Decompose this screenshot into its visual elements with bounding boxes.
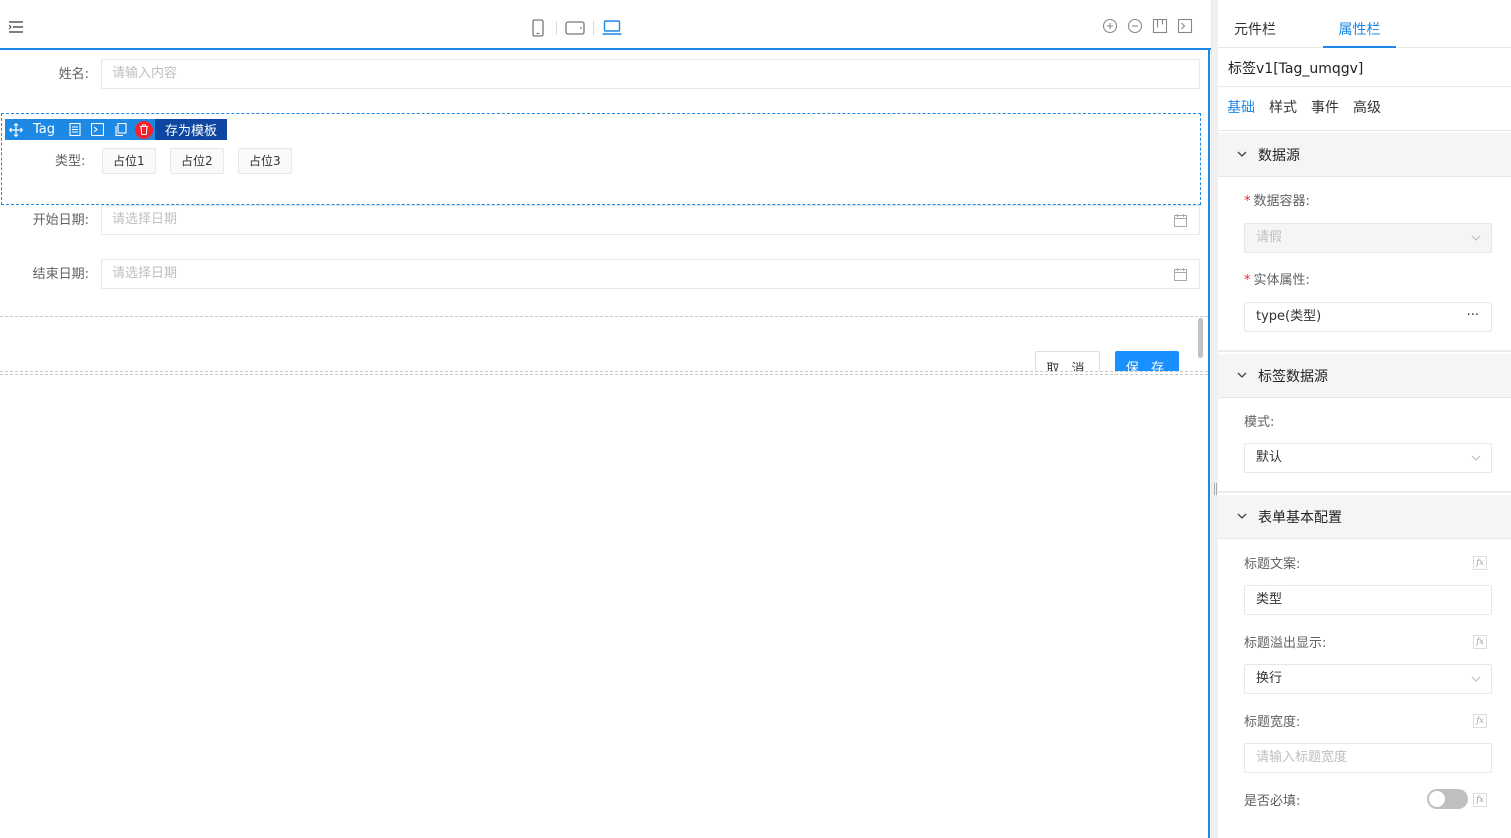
scrollbar-thumb[interactable] xyxy=(1198,318,1203,358)
move-icon xyxy=(9,122,23,137)
required-label: 是否必填: xyxy=(1244,794,1301,809)
fx-icon[interactable]: fx xyxy=(1473,793,1487,807)
fx-icon[interactable]: fx xyxy=(1473,556,1487,570)
delete-button[interactable] xyxy=(132,119,156,140)
start-date-form-item: 开始日期: 请选择日期 xyxy=(0,205,1205,237)
start-date-placeholder: 请选择日期 xyxy=(112,212,178,227)
chevron-down-icon xyxy=(1237,513,1247,519)
subtab-basic[interactable]: 基础 xyxy=(1227,97,1255,117)
end-date-label: 结束日期: xyxy=(32,267,89,282)
name-label: 姓名: xyxy=(58,67,89,82)
tablet-view-button[interactable] xyxy=(557,16,593,40)
section-datasource-header[interactable]: 数据源 xyxy=(1218,133,1511,177)
trash-icon xyxy=(134,120,153,139)
entity-attr-field[interactable]: type(类型) ··· xyxy=(1244,302,1492,332)
name-input[interactable]: 请输入内容 xyxy=(101,59,1200,89)
save-as-template-button[interactable]: 存为模板 xyxy=(155,119,228,140)
end-date-picker[interactable]: 请选择日期 xyxy=(101,259,1200,289)
component-name: Tag xyxy=(27,119,64,140)
end-date-placeholder: 请选择日期 xyxy=(112,266,178,281)
calendar-icon xyxy=(1174,268,1187,281)
end-date-form-item: 结束日期: 请选择日期 xyxy=(0,259,1205,291)
name-form-item: 姓名: 请输入内容 xyxy=(0,59,1205,91)
zoom-in-icon[interactable] xyxy=(1102,18,1118,34)
title-width-label: 标题宽度: xyxy=(1244,715,1301,730)
copy-button[interactable] xyxy=(109,119,133,140)
section-title: 表单基本配置 xyxy=(1258,510,1342,526)
device-switcher xyxy=(520,16,630,40)
tablet-icon xyxy=(565,21,585,35)
properties-panel: 元件栏 属性栏 标签v1[Tag_umqgv] 基础 样式 事件 高级 数据源 … xyxy=(1218,0,1511,838)
code-icon[interactable] xyxy=(1177,18,1193,34)
chevron-down-icon xyxy=(1471,455,1481,461)
entity-attr-label: * 实体属性: xyxy=(1244,273,1310,288)
phone-icon xyxy=(532,19,544,37)
data-container-select[interactable]: 请假 xyxy=(1244,223,1492,253)
terminal-icon xyxy=(91,123,105,136)
title-overflow-label: 标题溢出显示: xyxy=(1244,636,1327,651)
tag-chip-2[interactable]: 占位2 xyxy=(170,148,224,174)
tab-components[interactable]: 元件栏 xyxy=(1234,4,1276,48)
calendar-icon xyxy=(1174,214,1187,227)
chevron-down-icon xyxy=(1237,372,1247,378)
tab-properties[interactable]: 属性栏 xyxy=(1323,4,1396,48)
section-title: 数据源 xyxy=(1258,148,1300,164)
mode-select[interactable]: 默认 xyxy=(1244,443,1492,473)
copy-icon xyxy=(114,123,127,136)
properties-button[interactable] xyxy=(63,119,87,140)
fx-icon[interactable]: fx xyxy=(1473,635,1487,649)
chevron-down-icon xyxy=(1471,235,1481,241)
canvas-tools xyxy=(1102,18,1193,34)
desktop-view-button[interactable] xyxy=(594,16,630,40)
document-icon xyxy=(68,123,81,136)
laptop-icon xyxy=(602,20,622,35)
section-title: 标签数据源 xyxy=(1258,369,1328,385)
design-canvas: 姓名: 请输入内容 Tag 存为模板 类型: 占位1 占位2 占位3 开始日期: xyxy=(0,0,1211,838)
mobile-view-button[interactable] xyxy=(520,16,556,40)
save-button[interactable]: 保 存 xyxy=(1115,351,1179,371)
drop-zone-bottom xyxy=(0,371,1208,372)
section-form-config-header[interactable]: 表单基本配置 xyxy=(1218,495,1511,539)
drop-zone-top xyxy=(0,316,1208,317)
start-date-picker[interactable]: 请选择日期 xyxy=(101,205,1200,235)
zoom-out-icon[interactable] xyxy=(1127,18,1143,34)
code-button[interactable] xyxy=(86,119,110,140)
menu-icon[interactable] xyxy=(8,20,24,34)
panel-tabs: 元件栏 属性栏 xyxy=(1218,4,1511,48)
cancel-button[interactable]: 取 消 xyxy=(1035,351,1100,371)
canvas-toolbar xyxy=(0,4,1211,48)
more-icon[interactable]: ··· xyxy=(1467,302,1479,330)
subtab-style[interactable]: 样式 xyxy=(1269,97,1297,117)
component-title: 标签v1[Tag_umqgv] xyxy=(1228,61,1364,77)
required-toggle[interactable] xyxy=(1427,789,1468,809)
panel-resizer[interactable] xyxy=(1211,0,1218,838)
drag-handle[interactable] xyxy=(5,119,27,140)
title-width-input[interactable]: 请输入标题宽度 xyxy=(1244,743,1492,773)
chevron-down-icon xyxy=(1237,151,1247,157)
subtab-events[interactable]: 事件 xyxy=(1311,97,1339,117)
start-date-label: 开始日期: xyxy=(32,213,89,228)
data-container-label: * 数据容器: xyxy=(1244,194,1310,209)
title-text-label: 标题文案: xyxy=(1244,557,1301,572)
type-label: 类型: xyxy=(55,154,86,169)
tag-chip-3[interactable]: 占位3 xyxy=(238,148,292,174)
title-text-input[interactable]: 类型 xyxy=(1244,585,1492,615)
title-overflow-select[interactable]: 换行 xyxy=(1244,664,1492,694)
tag-chip-1[interactable]: 占位1 xyxy=(102,148,156,174)
chevron-down-icon xyxy=(1471,676,1481,682)
subtab-advanced[interactable]: 高级 xyxy=(1353,97,1381,117)
mode-label: 模式: xyxy=(1244,415,1275,430)
section-tag-datasource-header[interactable]: 标签数据源 xyxy=(1218,354,1511,398)
layout-icon[interactable] xyxy=(1152,18,1168,34)
property-subtabs: 基础 样式 事件 高级 xyxy=(1227,97,1381,117)
fx-icon[interactable]: fx xyxy=(1473,714,1487,728)
component-action-bar: Tag 存为模板 xyxy=(5,119,228,140)
